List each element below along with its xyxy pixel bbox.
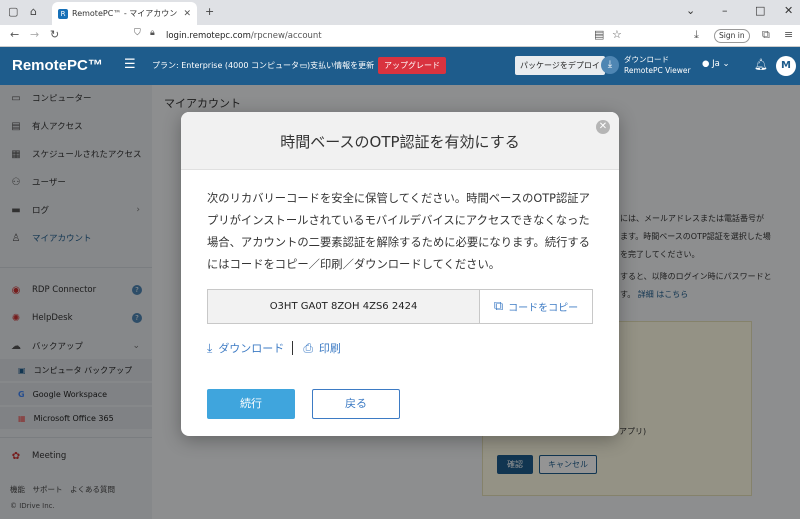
minimize-icon[interactable]: – xyxy=(722,4,728,17)
modal-header: 時間ベースのOTP認証を有効にする ✕ xyxy=(181,112,619,170)
notification-bell-icon[interactable]: 🔔︎ xyxy=(754,58,768,71)
reload-icon[interactable]: ↻ xyxy=(50,28,59,41)
update-billing-link[interactable]: ▭ 支払い情報を更新 xyxy=(300,60,374,71)
extensions-icon[interactable]: ⧉ xyxy=(762,28,770,42)
download-label: ダウンロード xyxy=(624,55,669,64)
modal-title: 時間ベースのOTP認証を有効にする xyxy=(280,133,520,151)
forward-icon[interactable]: → xyxy=(30,28,39,41)
remotepc-favicon-icon: R xyxy=(58,8,68,19)
browser-tab-bar: ▢ ⌂ R RemotePC™ - マイアカウント№ ✕ + ⌄ – □ ✕ xyxy=(0,0,800,25)
copy-code-button[interactable]: ⧉ コードをコピー xyxy=(480,290,592,323)
continue-button[interactable]: 続行 xyxy=(207,389,295,419)
avatar[interactable]: M xyxy=(776,56,796,76)
close-window-icon[interactable]: ✕ xyxy=(784,4,793,17)
browser-tab[interactable]: R RemotePC™ - マイアカウント№ ✕ xyxy=(52,2,197,25)
recovery-code-box: O3HT GA0T 8ZOH 4ZS6 2424 ⧉ コードをコピー xyxy=(207,289,593,324)
url-field[interactable]: login.remotepc.com/rpcnew/account xyxy=(166,28,666,44)
back-button[interactable]: 戻る xyxy=(312,389,400,419)
back-icon[interactable]: ← xyxy=(10,28,19,41)
reader-view-icon[interactable]: ▤ xyxy=(594,28,604,41)
recovery-code[interactable]: O3HT GA0T 8ZOH 4ZS6 2424 xyxy=(208,290,480,323)
lock-icon: 🔒︎ xyxy=(150,28,155,38)
browser-menu-icon[interactable]: ≡ xyxy=(784,28,793,41)
new-tab-icon[interactable]: + xyxy=(205,5,214,18)
deploy-package-button[interactable]: パッケージをデプロイ xyxy=(515,56,605,75)
download-icon: ⤓ xyxy=(207,341,213,355)
modal-description: 次のリカバリーコードを安全に保管してください。時間ベースのOTP認証アプリがイン… xyxy=(207,192,590,271)
window-menu-icon[interactable]: ▢ xyxy=(8,5,18,18)
language-selector[interactable]: ● Ja ⌄ xyxy=(702,59,730,69)
downloads-icon[interactable]: ⤓ xyxy=(694,28,699,42)
tab-dropdown-icon[interactable]: ⌄ xyxy=(686,4,695,17)
shield-icon[interactable]: ⛉ xyxy=(134,28,141,38)
print-label: 印刷 xyxy=(318,342,341,355)
close-icon[interactable]: ✕ xyxy=(596,120,610,134)
remotepc-logo[interactable]: RemotePC™ xyxy=(12,57,103,74)
app-header: RemotePC™ ☰ プラン: Enterprise (4000 コンピュータ… xyxy=(0,47,800,85)
url-domain: login.remotepc.com xyxy=(166,31,251,41)
download-link[interactable]: ⤓ ダウンロード xyxy=(207,340,284,356)
copy-label: コードをコピー xyxy=(508,303,579,314)
tab-title: RemotePC™ - マイアカウント№ xyxy=(72,9,179,18)
plan-info: プラン: Enterprise (4000 コンピューター) xyxy=(152,61,311,70)
divider xyxy=(292,341,294,355)
code-actions: ⤓ ダウンロード ⎙ 印刷 xyxy=(207,340,341,356)
otp-modal: 時間ベースのOTP認証を有効にする ✕ 次のリカバリーコードを安全に保管してくだ… xyxy=(181,112,619,436)
language-label: Ja xyxy=(712,59,720,69)
tab-list-icon[interactable]: ⌂ xyxy=(30,5,37,18)
print-link[interactable]: ⎙ 印刷 xyxy=(303,340,341,356)
billing-label: 支払い情報を更新 xyxy=(310,61,375,70)
close-tab-icon[interactable]: ✕ xyxy=(183,9,191,19)
hamburger-menu-icon[interactable]: ☰ xyxy=(124,57,136,72)
download-label: ダウンロード xyxy=(218,342,285,355)
viewer-label: RemotePC Viewer xyxy=(624,66,691,75)
upgrade-button[interactable]: アップグレード xyxy=(378,57,446,74)
copy-icon: ⧉ xyxy=(493,299,504,314)
address-bar-row: ← → ↻ ⛉ 🔒︎ login.remotepc.com/rpcnew/acc… xyxy=(0,25,800,47)
url-path: /rpcnew/account xyxy=(250,31,322,41)
printer-icon: ⎙ xyxy=(303,341,313,355)
download-viewer-link[interactable]: ダウンロード RemotePC Viewer xyxy=(624,54,691,76)
maximize-icon[interactable]: □ xyxy=(755,4,765,17)
bookmark-star-icon[interactable]: ☆ xyxy=(612,28,622,41)
sign-in-button[interactable]: Sign in xyxy=(714,29,750,43)
download-icon[interactable]: ⤓ xyxy=(601,56,619,74)
